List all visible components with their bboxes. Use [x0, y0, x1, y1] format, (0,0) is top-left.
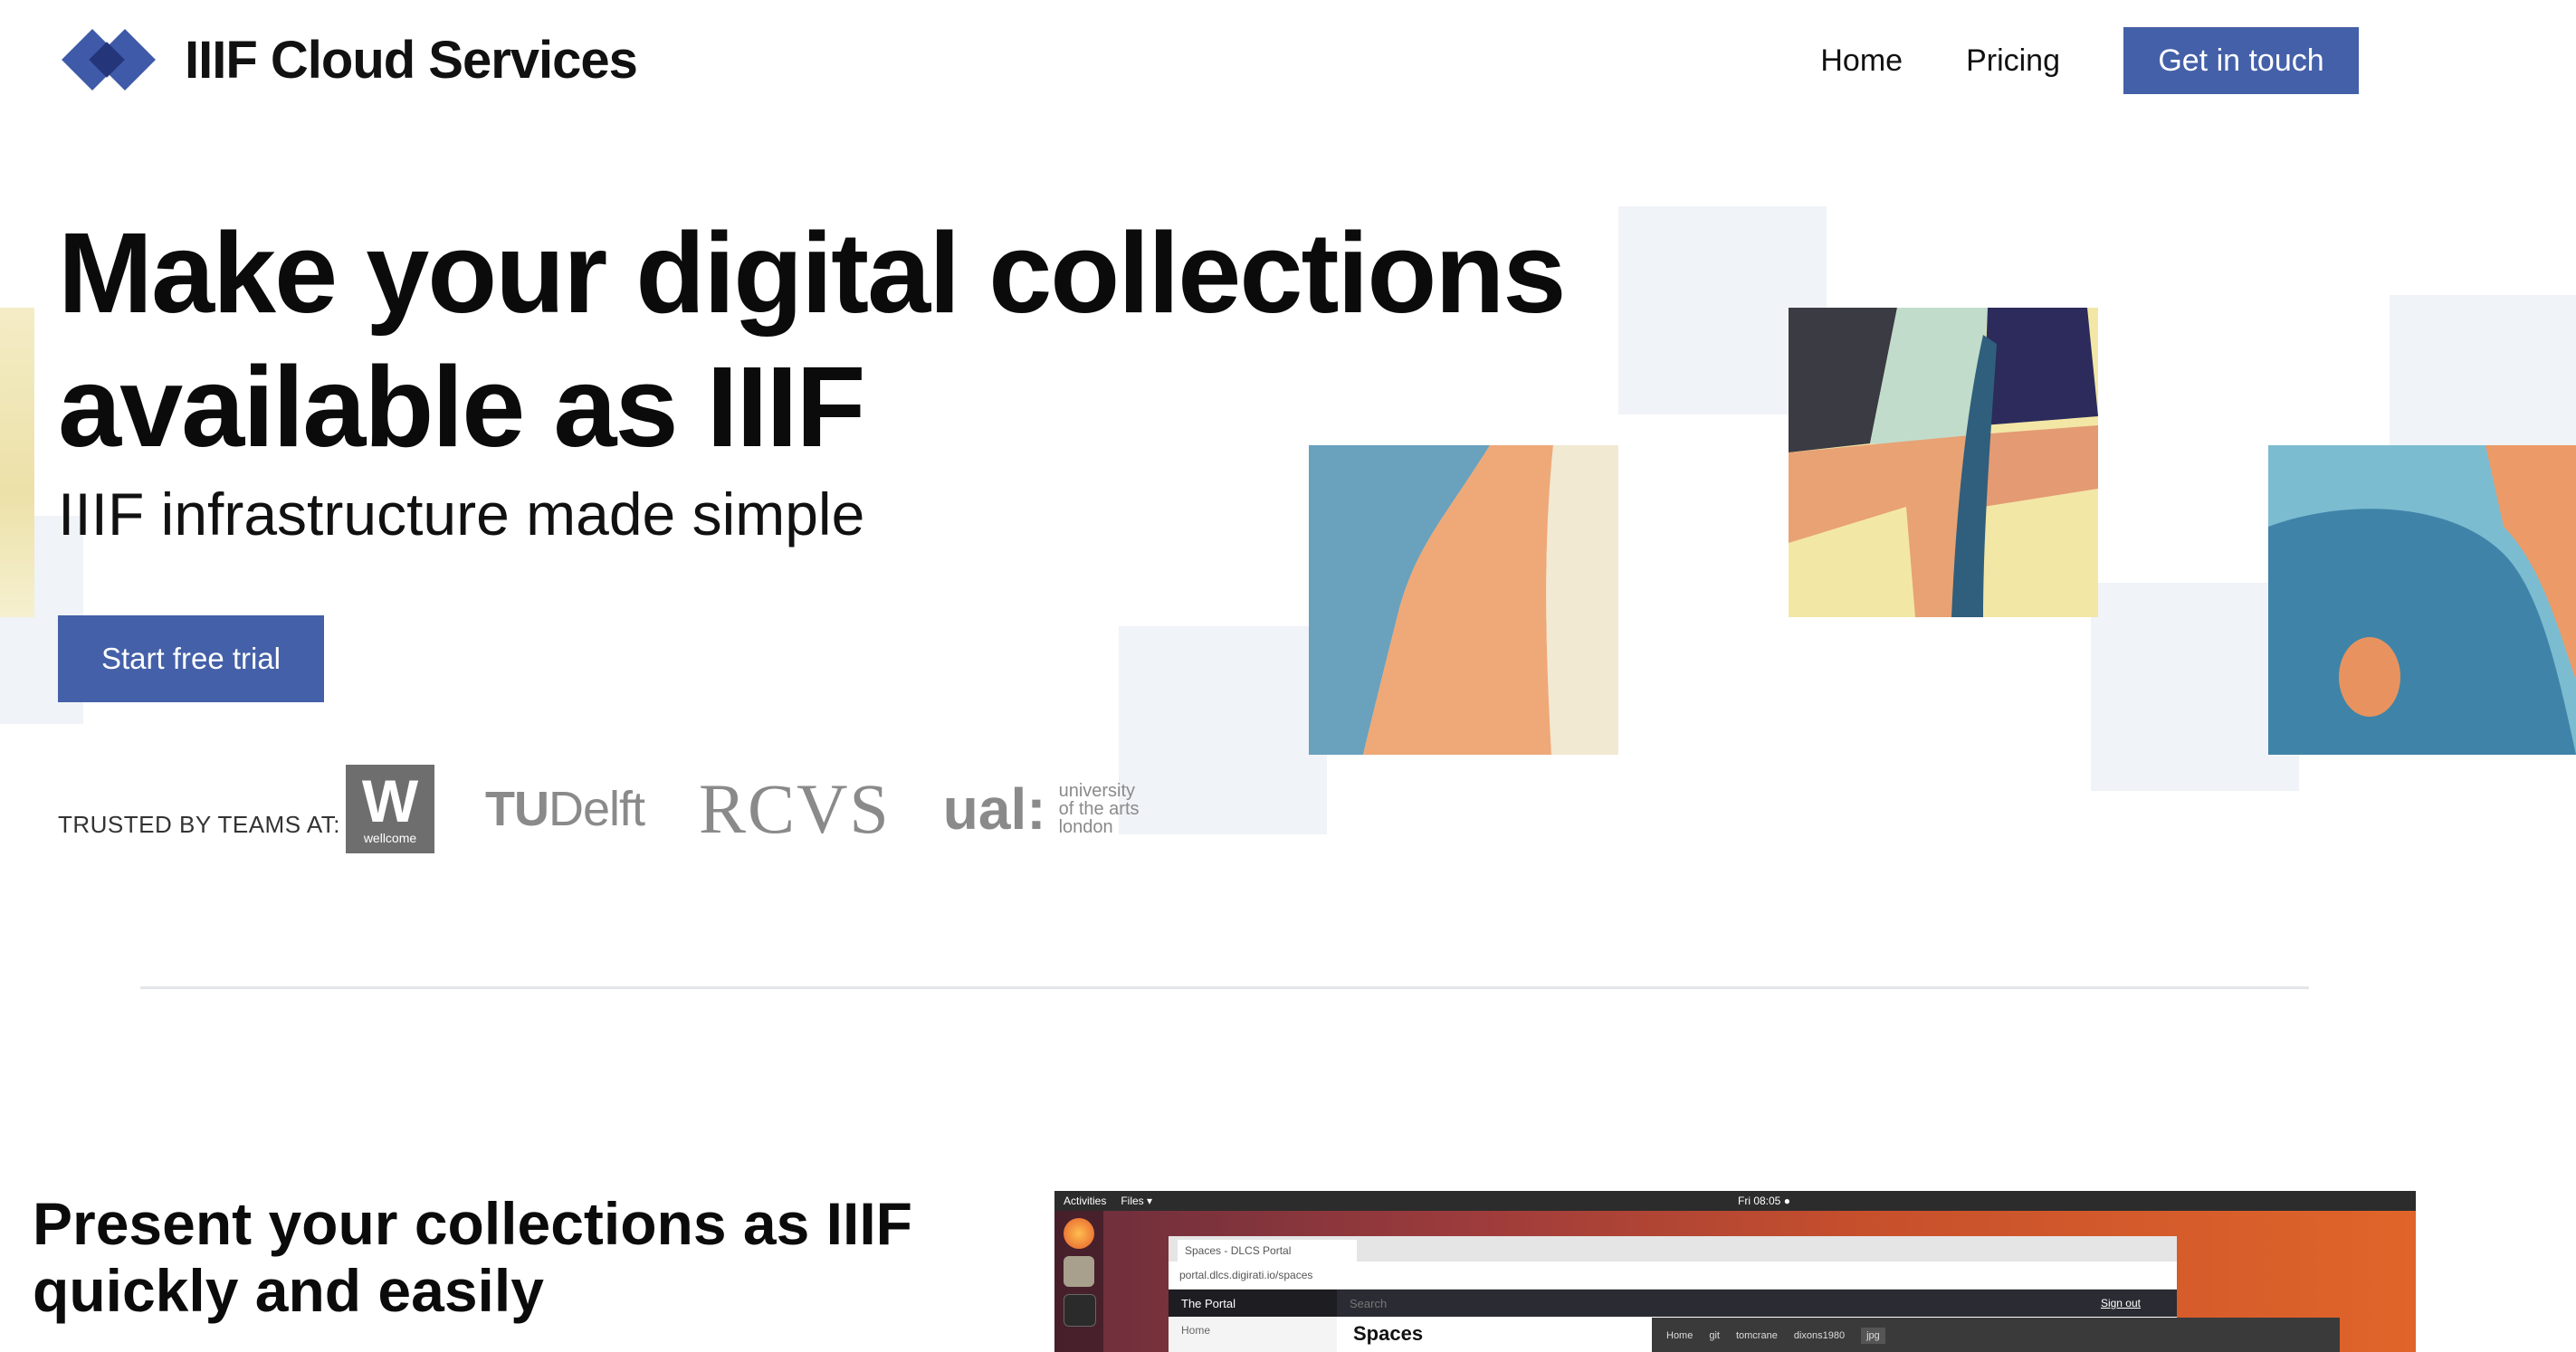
- files-icon: [1064, 1256, 1094, 1287]
- section-divider: [140, 986, 2309, 989]
- hero-title: Make your digital collections available …: [58, 209, 1566, 471]
- ual-name: university of the arts london: [1059, 782, 1140, 836]
- product-screenshot: Activities Files ▾ Fri 08:05 ● Spaces - …: [1054, 1191, 2416, 1352]
- get-in-touch-button[interactable]: Get in touch: [2123, 27, 2359, 94]
- brand-name: IIIF Cloud Services: [185, 30, 638, 90]
- activities-label: Activities: [1064, 1195, 1107, 1207]
- artwork-tile-orange-blue: [1309, 445, 1618, 755]
- artwork-tile-abstract: [1789, 308, 2098, 617]
- ual-line-3: london: [1058, 817, 1113, 837]
- artwork-tile-left-edge: [0, 308, 34, 617]
- files-path-item: jpg: [1861, 1328, 1885, 1344]
- main-nav: Home Pricing Get in touch: [1820, 27, 2359, 94]
- wellcome-text: wellcome: [363, 831, 417, 845]
- ual-mark: ual:: [942, 776, 1046, 842]
- files-menu-label: Files ▾: [1121, 1195, 1153, 1207]
- files-path-item: dixons1980: [1793, 1330, 1846, 1341]
- brand-logo[interactable]: IIIF Cloud Services: [62, 27, 638, 92]
- desktop-topbar: Activities Files ▾ Fri 08:05 ●: [1054, 1191, 2416, 1211]
- rcvs-logo: RCVS: [699, 769, 891, 848]
- hero-subtitle: IIIF infrastructure made simple: [58, 481, 865, 547]
- portal-sign-out: Sign out: [2100, 1297, 2141, 1309]
- portal-title: The Portal: [1169, 1290, 1337, 1317]
- section-title: Present your collections as IIIF quickly…: [33, 1190, 912, 1324]
- start-free-trial-button[interactable]: Start free trial: [58, 615, 324, 702]
- desktop-dock: [1054, 1211, 1103, 1352]
- portal-header: The Portal Search Sign out: [1169, 1290, 2177, 1317]
- ual-line-2: of the arts: [1058, 799, 1140, 819]
- ual-logo: ual: university of the arts london: [943, 776, 1140, 843]
- firefox-icon: [1064, 1218, 1094, 1249]
- portal-search: Search: [1350, 1296, 1388, 1310]
- portal-heading: Spaces: [1353, 1322, 1424, 1345]
- files-path-item: tomcrane: [1735, 1330, 1778, 1341]
- artwork-tile-blue-arch: [2268, 445, 2576, 755]
- wellcome-logo: W wellcome: [346, 765, 434, 853]
- clock-label: Fri 08:05 ●: [1738, 1195, 1790, 1207]
- nav-pricing[interactable]: Pricing: [1966, 43, 2060, 79]
- tudelft-tu: TU: [485, 782, 549, 836]
- tudelft-delft: Delft: [548, 782, 645, 836]
- client-logos: W wellcome TUDelft RCVS ual: university …: [346, 765, 1140, 853]
- files-path-item: git: [1709, 1330, 1720, 1341]
- files-window-bar: Home git tomcrane dixons1980 jpg: [1652, 1318, 2340, 1352]
- iiif-logo-icon: [62, 27, 163, 92]
- nav-home[interactable]: Home: [1820, 43, 1903, 79]
- portal-sidebar-home: Home: [1169, 1317, 1337, 1352]
- ual-line-1: university: [1058, 781, 1136, 801]
- browser-tabbar: Spaces - DLCS Portal: [1169, 1236, 2177, 1262]
- browser-urlbar: portal.dlcs.digirati.io/spaces: [1169, 1262, 2177, 1290]
- terminal-icon: [1064, 1294, 1096, 1327]
- browser-tab: Spaces - DLCS Portal: [1178, 1240, 1357, 1262]
- trusted-by-label: TRUSTED BY TEAMS AT:: [58, 811, 340, 838]
- files-path-item: Home: [1666, 1330, 1693, 1341]
- wellcome-mark: W: [361, 767, 419, 834]
- tudelft-logo: TUDelft: [485, 781, 645, 837]
- decor-block: [1119, 626, 1327, 834]
